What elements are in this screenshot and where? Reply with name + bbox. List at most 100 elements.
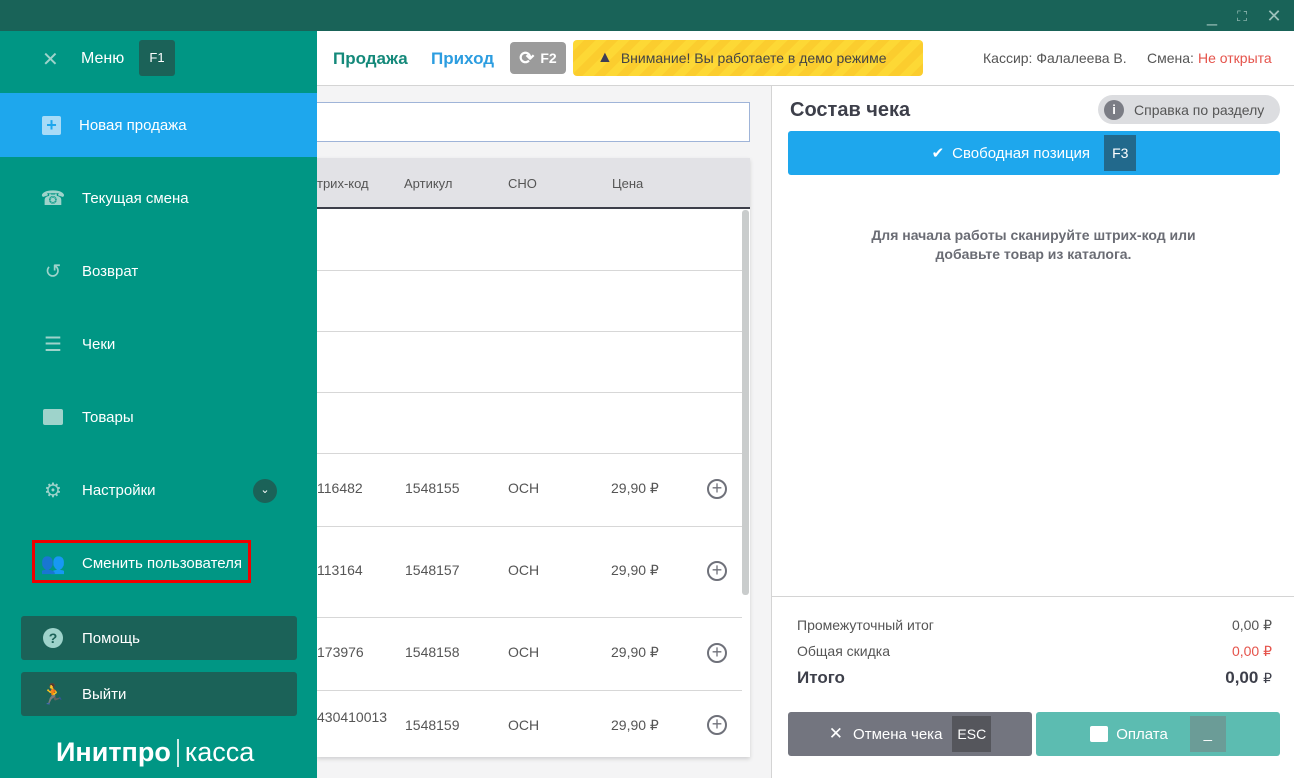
highlight-box (32, 540, 251, 583)
help-label: Помощь (82, 629, 140, 647)
barcode-cell: 113164 (317, 562, 363, 578)
table-row[interactable] (317, 393, 742, 454)
logout-button[interactable]: 🏃 Выйти (21, 672, 297, 716)
receipt-panel: Состав чека i Справка по разделу ✔ Свобо… (771, 86, 1294, 778)
barcode-cell: 430410013 (317, 709, 388, 725)
logo-divider (176, 738, 179, 767)
add-item-icon[interactable]: + (707, 643, 727, 663)
tab-sale[interactable]: Продажа (333, 49, 408, 69)
sidebar-item-label: Новая продажа (79, 116, 187, 134)
table-row[interactable] (317, 271, 742, 332)
close-menu-icon[interactable]: ✕ (42, 47, 59, 72)
help-button[interactable]: ? Помощь (21, 616, 297, 660)
total-label: Итого (797, 668, 845, 687)
shift-label: Смена: (1147, 50, 1194, 66)
discount-value: 0,00 ₽ (1231, 643, 1272, 659)
add-item-icon[interactable]: + (707, 715, 727, 735)
undo-icon: ↺ (44, 260, 62, 283)
pay-label: Оплата (1116, 725, 1168, 743)
table-row[interactable] (317, 210, 742, 271)
scrollbar[interactable] (742, 210, 749, 595)
sidebar-item-label: Возврат (82, 262, 139, 280)
logo-right: касса (184, 737, 255, 767)
empty-line-2: добавьте товар из каталога. (935, 246, 1132, 262)
tax-cell: ОСН (508, 562, 540, 578)
help-label: Справка по разделу (1134, 101, 1265, 118)
article-cell: 1548157 (405, 562, 460, 578)
receipt-title: Состав чека (790, 99, 911, 121)
wallet-icon (1090, 726, 1109, 742)
sidebar-item-current-shift[interactable]: ☎ Текущая смена (0, 166, 317, 230)
tax-cell: ОСН (508, 480, 540, 496)
logout-label: Выйти (82, 685, 127, 703)
search-input[interactable] (317, 102, 750, 142)
table-row[interactable]: 116482 1548155 ОСН 29,90 ₽ + (317, 454, 742, 527)
column-barcode[interactable]: трих-код (317, 176, 369, 191)
info-icon: i (1104, 99, 1124, 120)
demo-warning-text: Внимание! Вы работаете в демо режиме (620, 50, 887, 66)
table-row[interactable]: 430410013 1548159 ОСН 29,90 ₽ + (317, 691, 742, 757)
menu-title: Меню (81, 50, 125, 67)
demo-warning-banner: ▲ Внимание! Вы работаете в демо режиме (573, 40, 923, 76)
add-item-icon[interactable]: + (707, 479, 727, 499)
total-value: 0,00 ₽ (1225, 668, 1272, 688)
sidebar-item-products[interactable]: Товары (0, 385, 317, 449)
total-currency: ₽ (1263, 670, 1272, 686)
barcode-cell: 173976 (317, 644, 364, 660)
shield-check-icon: ✔ (931, 145, 945, 162)
sidebar-item-new-sale[interactable]: + Новая продажа (0, 93, 317, 157)
close-window-button[interactable]: ✕ (1262, 4, 1286, 28)
sidebar-item-label: Текущая смена (82, 189, 189, 207)
minimize-button[interactable]: _ (1200, 4, 1224, 28)
sidebar-item-return[interactable]: ↺ Возврат (0, 239, 317, 303)
cancel-receipt-button[interactable]: ✕ Отмена чека ESC (788, 712, 1032, 756)
column-price[interactable]: Цена (612, 176, 643, 191)
sync-icon: ⟳ (519, 47, 535, 68)
empty-line-1: Для начала работы сканируйте штрих-код и… (871, 227, 1196, 243)
sidebar-menu: ✕ Меню F1 + Новая продажа ☎ Текущая смена … (0, 31, 317, 778)
maximize-button[interactable]: ⛶ (1230, 4, 1254, 28)
article-cell: 1548155 (405, 480, 460, 496)
subtotal-label: Промежуточный итог (797, 617, 934, 633)
cancel-label: Отмена чека (853, 725, 943, 743)
sidebar-item-receipts[interactable]: ☰ Чеки (0, 312, 317, 376)
total-amount: 0,00 (1225, 668, 1259, 687)
logo-left: Инитпро (56, 737, 171, 767)
chevron-down-icon[interactable]: ⌄ (253, 479, 277, 503)
pay-button[interactable]: Оплата _ (1036, 712, 1280, 756)
price-cell: 29,90 ₽ (611, 644, 659, 660)
table-header: трих-код Артикул СНО Цена (317, 158, 750, 209)
subtotal-value: 0,00 ₽ (1231, 617, 1272, 633)
running-man-icon: 🏃 (40, 683, 66, 706)
free-position-button[interactable]: ✔ Свободная позиция F3 (788, 131, 1280, 175)
column-article[interactable]: Артикул (404, 176, 452, 191)
question-icon: ? (42, 627, 64, 649)
sidebar-item-label: Настройки (82, 481, 156, 499)
folder-icon (42, 406, 64, 428)
help-section-button[interactable]: i Справка по разделу (1098, 95, 1280, 124)
column-tax[interactable]: СНО (508, 176, 537, 191)
price-cell: 29,90 ₽ (611, 717, 659, 733)
sync-button[interactable]: ⟳ F2 (510, 42, 566, 74)
gear-icon: ⚙ (44, 479, 62, 502)
article-cell: 1548159 (405, 717, 460, 733)
cancel-key: ESC (952, 716, 992, 752)
free-position-key: F3 (1104, 135, 1137, 171)
cashier-label: Кассир: Фалалеева В. (983, 50, 1127, 66)
table-row[interactable] (317, 332, 742, 393)
logo: Инитпро касса (56, 737, 254, 768)
divider (772, 596, 1294, 597)
table-row[interactable]: 113164 1548157 ОСН 29,90 ₽ + (317, 527, 742, 618)
sidebar-item-label: Товары (82, 408, 134, 426)
tax-cell: ОСН (508, 644, 540, 660)
plus-square-icon: + (42, 115, 61, 135)
add-item-icon[interactable]: + (707, 561, 727, 581)
article-cell: 1548158 (405, 644, 460, 660)
discount-label: Общая скидка (797, 643, 891, 659)
free-position-label: Свободная позиция (952, 144, 1091, 162)
tab-income[interactable]: Приход (431, 49, 494, 69)
pay-key: _ (1189, 716, 1226, 752)
table-row[interactable]: 173976 1548158 ОСН 29,90 ₽ + (317, 618, 742, 691)
receipt-icon: ☰ (44, 333, 62, 356)
price-cell: 29,90 ₽ (611, 562, 659, 578)
